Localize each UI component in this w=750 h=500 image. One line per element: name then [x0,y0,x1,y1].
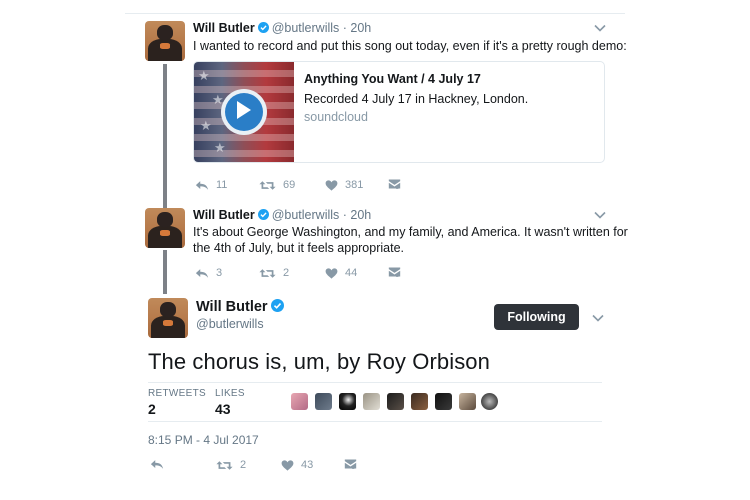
card-domain: soundcloud [304,110,368,124]
liker-avatar[interactable] [339,393,356,410]
liker-avatar[interactable] [459,393,476,410]
dm-button[interactable] [344,458,357,470]
liker-avatar[interactable] [481,393,498,410]
following-button[interactable]: Following [494,304,579,330]
reply-icon [195,268,209,279]
tweet-time[interactable]: · 20h [343,208,372,222]
retweet-icon [259,268,276,279]
reply-icon [195,180,209,191]
liker-avatar[interactable] [387,393,404,410]
author-handle[interactable]: @butlerwills [196,317,264,331]
envelope-icon [344,458,357,470]
retweets-count[interactable]: 2 [148,401,156,417]
verified-badge-icon [258,209,269,220]
author-name-row: Will Butler [196,299,287,315]
card-thumbnail: ★ ★ ★ ★ [194,62,294,162]
reply-button[interactable]: 3 [195,267,222,279]
play-button[interactable] [221,89,267,135]
divider [148,421,602,422]
retweets-label[interactable]: RETWEETS [148,388,206,399]
reply-button[interactable] [150,459,164,470]
verified-badge-icon [258,22,269,33]
heart-icon [325,180,338,191]
tweet-time[interactable]: · 20h [343,21,372,35]
chevron-down-icon[interactable] [594,24,606,32]
liker-avatar[interactable] [435,393,452,410]
soundcloud-card[interactable]: ★ ★ ★ ★ Anything You Want / 4 July 17 Re… [193,61,605,163]
likes-count[interactable]: 43 [215,401,231,417]
tweet-header: Will Butler @butlerwills · 20h [193,208,371,222]
card-title[interactable]: Anything You Want / 4 July 17 [304,72,481,86]
tweet-header: Will Butler @butlerwills · 20h [193,21,371,35]
retweet-icon [259,180,276,191]
reply-icon [150,459,164,470]
dm-button[interactable] [388,178,401,190]
divider [148,382,602,383]
retweet-button[interactable]: 69 [259,179,295,191]
like-button[interactable]: 381 [325,179,363,191]
thread-connector [163,64,167,208]
heart-icon [325,268,338,279]
author-name[interactable]: Will Butler [196,299,268,315]
chevron-down-icon[interactable] [592,314,604,322]
tweet-text: The chorus is, um, by Roy Orbison [148,349,490,374]
tweet-text-line: It's about George Washington, and my fam… [193,225,628,239]
liker-avatar[interactable] [291,393,308,410]
retweet-icon [216,460,233,471]
heart-icon [281,460,294,471]
retweet-button[interactable]: 2 [216,459,246,471]
liker-avatar[interactable] [363,393,380,410]
tweet-text-line: the 4th of July, but it feels appropriat… [193,241,405,255]
chevron-down-icon[interactable] [594,211,606,219]
play-icon [237,101,251,119]
like-button[interactable]: 43 [281,459,313,471]
author-name[interactable]: Will Butler [193,208,255,222]
retweet-button[interactable]: 2 [259,267,289,279]
avatar[interactable] [145,208,185,248]
liker-avatar[interactable] [411,393,428,410]
envelope-icon [388,266,401,278]
author-handle[interactable]: @butlerwills [272,21,340,35]
avatar[interactable] [145,21,185,61]
thread-connector [163,250,167,294]
like-button[interactable]: 44 [325,267,357,279]
author-handle[interactable]: @butlerwills [272,208,340,222]
envelope-icon [388,178,401,190]
avatar[interactable] [148,298,188,338]
reply-button[interactable]: 11 [195,179,227,191]
tweet-text: I wanted to record and put this song out… [193,39,627,53]
author-name[interactable]: Will Butler [193,21,255,35]
likes-label[interactable]: LIKES [215,388,245,399]
tweet-timestamp[interactable]: 8:15 PM - 4 Jul 2017 [148,433,259,447]
verified-badge-icon [271,299,284,312]
top-divider [125,13,625,14]
liker-avatar[interactable] [315,393,332,410]
dm-button[interactable] [388,266,401,278]
card-description: Recorded 4 July 17 in Hackney, London. [304,92,529,106]
